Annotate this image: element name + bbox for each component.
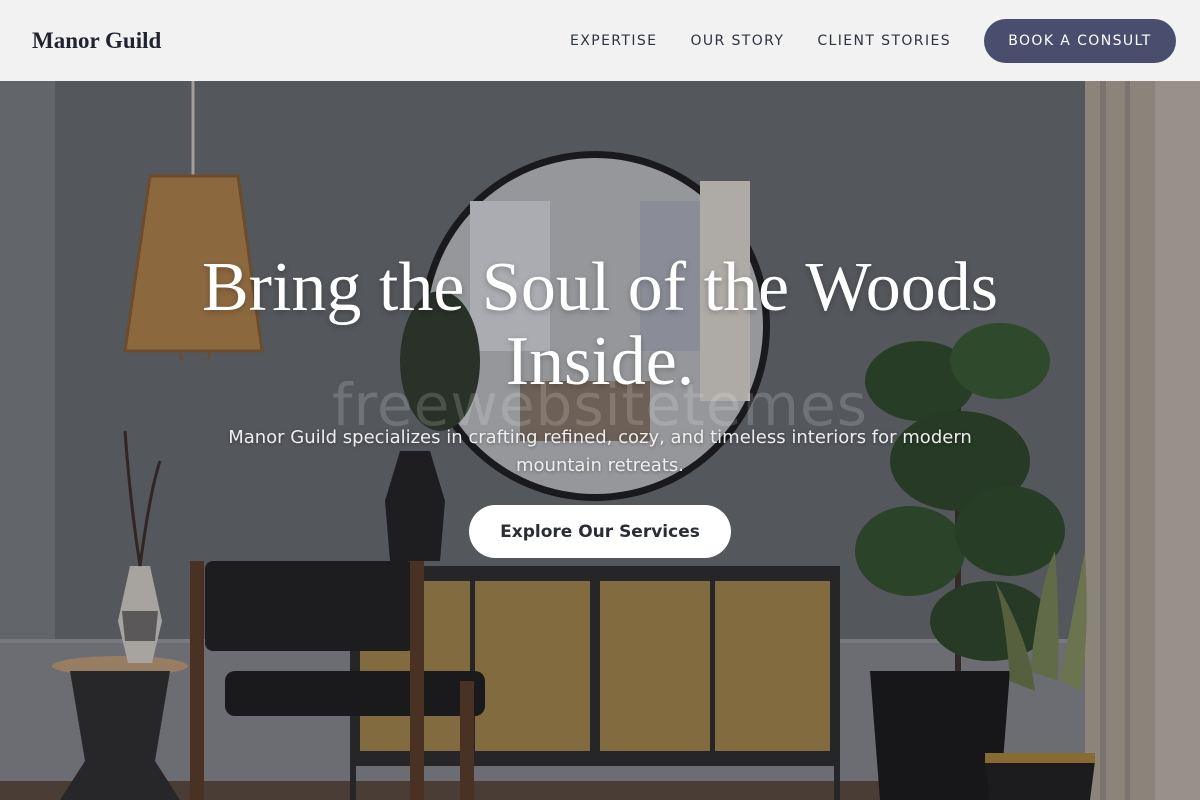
hero-section: Bring the Soul of the Woods Inside. free… bbox=[0, 81, 1200, 800]
book-consult-button[interactable]: BOOK A CONSULT bbox=[984, 18, 1176, 63]
site-header: Manor Guild EXPERTISE OUR STORY CLIENT S… bbox=[0, 0, 1200, 81]
nav-link-expertise[interactable]: EXPERTISE bbox=[570, 33, 657, 49]
main-nav: EXPERTISE OUR STORY CLIENT STORIES bbox=[570, 33, 951, 49]
nav-link-our-story[interactable]: OUR STORY bbox=[690, 33, 784, 49]
brand-logo[interactable]: Manor Guild bbox=[32, 28, 161, 54]
explore-services-button[interactable]: Explore Our Services bbox=[469, 505, 731, 558]
nav-link-client-stories[interactable]: CLIENT STORIES bbox=[817, 33, 951, 49]
hero-subtitle: Manor Guild specializes in crafting refi… bbox=[228, 427, 972, 476]
